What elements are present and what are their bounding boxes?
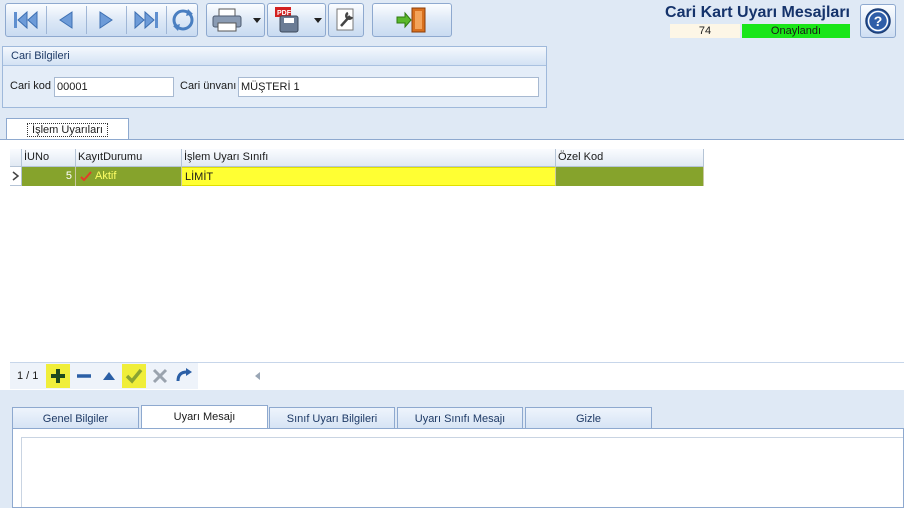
check-icon: [80, 171, 92, 181]
confirm-button[interactable]: [122, 364, 146, 388]
refresh-button[interactable]: [168, 4, 198, 36]
status-badge: Onaylandı: [742, 24, 850, 38]
tab-label: İşlem Uyarıları: [27, 123, 108, 137]
cari-bilgileri-panel: Cari Bilgileri Cari kod 00001 Cari ünvan…: [2, 46, 547, 108]
tab-uyari-mesaji[interactable]: Uyarı Mesajı: [141, 405, 268, 430]
chevron-down-icon: [253, 18, 261, 23]
move-up-button[interactable]: [98, 364, 120, 388]
uyari-mesaji-editor[interactable]: [21, 437, 903, 507]
export-pdf-icon: PDF: [275, 7, 299, 33]
redo-icon: [176, 368, 192, 382]
column-header-iuno[interactable]: İUNo: [22, 149, 76, 167]
chevron-down-icon: [314, 18, 322, 23]
cell-kayit-durumu[interactable]: Aktif: [76, 167, 182, 186]
column-header-islem-uyari-sinifi[interactable]: İşlem Uyarı Sınıfı: [182, 149, 556, 167]
cari-kod-label: Cari kod: [10, 80, 51, 92]
minus-icon: [77, 374, 91, 378]
last-record-icon: [134, 10, 158, 30]
cell-iuno[interactable]: 5: [22, 167, 76, 186]
cancel-button[interactable]: [149, 364, 171, 388]
tab-islem-uyarilari[interactable]: İşlem Uyarıları: [6, 118, 129, 140]
tab-genel-bilgiler[interactable]: Genel Bilgiler: [12, 407, 139, 429]
export-pdf-button[interactable]: PDF: [267, 3, 326, 37]
tab-gizle[interactable]: Gizle: [525, 407, 652, 429]
last-record-button[interactable]: [128, 4, 164, 36]
tools-button[interactable]: [328, 3, 364, 37]
panel-title: Cari Bilgileri: [3, 47, 546, 66]
page-info: 1 / 1: [17, 370, 39, 382]
tab-sinif-uyari-bilgileri[interactable]: Sınıf Uyarı Bilgileri: [269, 407, 395, 429]
tab-content-panel: [12, 428, 904, 508]
cari-kod-field[interactable]: 00001: [54, 77, 174, 97]
column-header-kayit-durumu[interactable]: KayıtDurumu: [76, 149, 182, 167]
first-record-icon: [14, 10, 38, 30]
previous-record-icon: [59, 11, 73, 29]
help-icon: ?: [865, 8, 891, 34]
status-text: Aktif: [95, 170, 117, 182]
next-record-icon: [99, 11, 113, 29]
help-button[interactable]: ?: [860, 4, 896, 38]
plus-icon: [51, 369, 65, 383]
add-record-button[interactable]: [46, 364, 70, 388]
grid-row-indicator-header: [10, 149, 22, 167]
exit-button[interactable]: [372, 3, 452, 37]
row-indicator[interactable]: [10, 167, 22, 186]
tools-icon: [336, 8, 354, 31]
cari-unvan-field[interactable]: MÜŞTERİ 1: [238, 77, 539, 97]
exit-door-icon: [396, 7, 426, 33]
next-record-button[interactable]: [88, 4, 124, 36]
grid-navigator: 1 / 1: [10, 362, 904, 389]
delete-record-button[interactable]: [73, 364, 95, 388]
grid-container: İUNo KayıtDurumu İşlem Uyarı Sınıfı Özel…: [0, 139, 904, 390]
tab-uyari-sinifi-mesaji[interactable]: Uyarı Sınıfı Mesajı: [397, 407, 523, 429]
page-title: Cari Kart Uyarı Mesajları: [665, 4, 850, 21]
print-button[interactable]: [206, 3, 265, 37]
cari-unvan-label: Cari ünvanı: [180, 80, 237, 92]
scroll-left-icon[interactable]: [254, 371, 262, 381]
cell-ozel-kod[interactable]: [556, 167, 704, 186]
record-number-badge: 74: [670, 24, 740, 38]
close-icon: [152, 368, 168, 384]
cell-islem-uyari-sinifi[interactable]: LİMİT: [182, 167, 556, 186]
first-record-button[interactable]: [8, 4, 44, 36]
print-icon: [212, 8, 242, 32]
check-icon: [125, 368, 143, 384]
redo-button[interactable]: [174, 364, 196, 388]
column-header-ozel-kod[interactable]: Özel Kod: [556, 149, 704, 167]
triangle-up-icon: [103, 372, 115, 380]
navigation-button-group: [5, 3, 198, 37]
row-pointer-icon: [12, 171, 20, 181]
refresh-icon: [172, 9, 194, 31]
previous-record-button[interactable]: [48, 4, 84, 36]
navigator-scroll-area[interactable]: [198, 363, 904, 389]
svg-text:?: ?: [874, 13, 883, 29]
